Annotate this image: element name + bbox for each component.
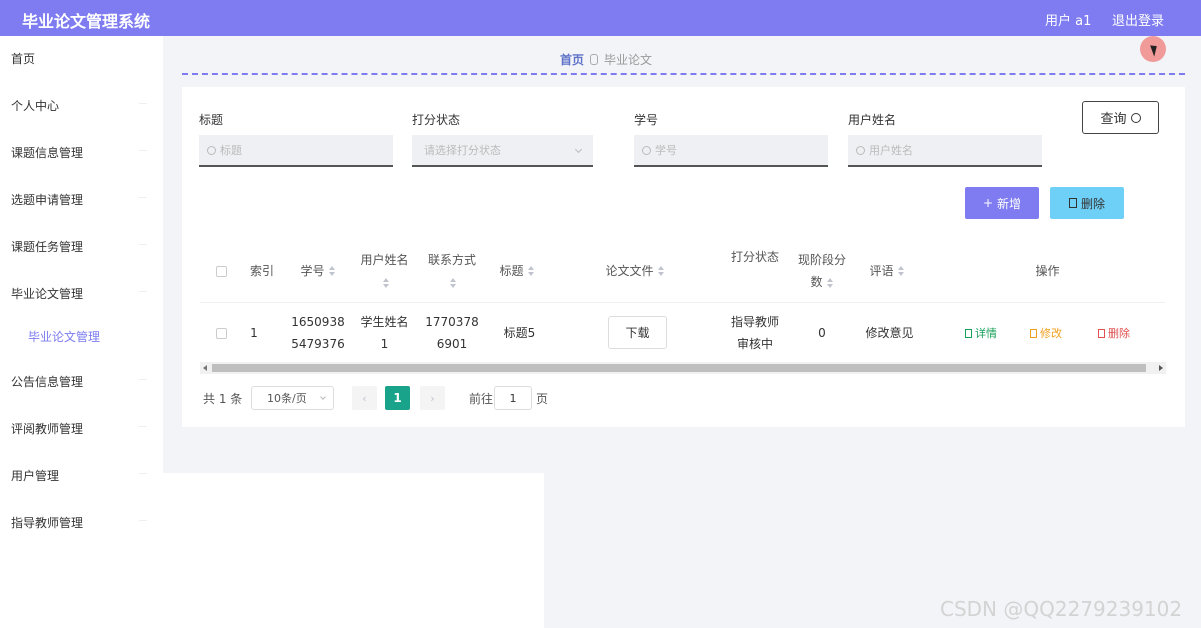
blank-area	[163, 473, 544, 628]
search-icon	[642, 145, 651, 155]
title-label: 标题	[199, 113, 224, 127]
chevron-down-icon	[139, 379, 147, 380]
sort-icon	[450, 277, 457, 288]
col-file[interactable]: 论文文件	[595, 240, 675, 302]
chevron-down-icon	[139, 520, 147, 521]
cell-index: 1	[250, 326, 258, 340]
document-icon	[965, 328, 972, 338]
scrollbar-thumb[interactable]	[212, 364, 1146, 372]
sort-icon	[382, 277, 390, 288]
col-status: 打分状态	[730, 250, 779, 264]
page-size-select[interactable]: 10条/页	[251, 386, 334, 410]
chevron-down-icon	[574, 145, 583, 154]
student-id-label: 学号	[634, 113, 659, 127]
trash-icon	[1068, 198, 1077, 208]
divider	[182, 73, 1185, 75]
select-all-checkbox[interactable]	[215, 265, 227, 277]
breadcrumb-current: 毕业论文	[604, 53, 653, 67]
search-icon	[207, 145, 216, 155]
col-student-id[interactable]: 学号	[288, 240, 348, 302]
sidebar: 首页 个人中心 课题信息管理 选题申请管理 课题任务管理 毕业论文管理 毕业论文…	[0, 36, 163, 628]
sort-icon	[826, 277, 834, 288]
chevron-down-icon	[139, 244, 147, 245]
sort-icon	[657, 266, 665, 276]
user-label: 用户 a1	[1045, 14, 1092, 29]
col-user-name[interactable]: 用户姓名	[357, 240, 412, 302]
sidebar-item-personal-center[interactable]: 个人中心	[0, 87, 163, 123]
chevron-down-icon	[320, 394, 326, 400]
col-comment[interactable]: 评语	[862, 240, 912, 302]
next-page-button[interactable]: ›	[420, 386, 445, 410]
app-title: 毕业论文管理系统	[22, 12, 151, 31]
delete-button[interactable]: 删除	[1050, 187, 1124, 219]
logout-link[interactable]: 退出登录	[1112, 10, 1164, 29]
row-select-cell	[206, 305, 236, 361]
breadcrumb-home[interactable]: 首页	[560, 51, 584, 68]
title-input[interactable]: 标题	[199, 135, 393, 167]
chevron-down-icon	[139, 473, 147, 474]
sidebar-item-advisor[interactable]: 指导教师管理	[0, 504, 163, 540]
user-name-input[interactable]: 用户姓名	[848, 135, 1042, 167]
breadcrumb: 首页 毕业论文	[560, 51, 652, 68]
cell-student-id: 16509385479376	[291, 315, 345, 351]
cell-score: 0	[818, 326, 826, 340]
search-icon	[856, 145, 865, 155]
cell-user-name: 学生姓名1	[360, 315, 409, 351]
download-button[interactable]: 下载	[608, 316, 667, 349]
col-title[interactable]: 标题	[492, 240, 542, 302]
cell-status: 指导教师审核中	[730, 315, 779, 351]
chevron-down-icon	[139, 150, 147, 151]
row-delete-button[interactable]: 删除	[1098, 325, 1130, 341]
sidebar-item-topic-info[interactable]: 课题信息管理	[0, 134, 163, 170]
sidebar-subitem-thesis-management[interactable]: 毕业论文管理	[0, 318, 163, 354]
sort-icon	[527, 266, 535, 276]
prev-page-button[interactable]: ‹	[352, 386, 377, 410]
scroll-left-icon[interactable]	[203, 365, 207, 371]
status-select[interactable]: 请选择打分状态	[412, 135, 593, 167]
edit-icon	[1030, 328, 1037, 338]
sidebar-item-home[interactable]: 首页	[0, 40, 163, 76]
goto-page-input[interactable]: 1	[494, 386, 532, 410]
col-ops: 操作	[1035, 264, 1060, 278]
status-label: 打分状态	[412, 113, 461, 127]
sidebar-item-reviewer[interactable]: 评阅教师管理	[0, 410, 163, 446]
trash-icon	[1098, 328, 1105, 338]
student-id-input[interactable]: 学号	[634, 135, 828, 167]
watermark: CSDN @QQ2279239102	[940, 597, 1183, 621]
sidebar-item-thesis[interactable]: 毕业论文管理	[0, 275, 163, 311]
select-all-cell	[206, 240, 236, 302]
page-word: 页	[536, 392, 549, 406]
chevron-down-icon	[139, 103, 147, 104]
sidebar-item-topic-application[interactable]: 选题申请管理	[0, 181, 163, 217]
user-name-label: 用户姓名	[848, 113, 897, 127]
goto-label: 前往	[469, 392, 494, 406]
col-index: 索引	[249, 264, 274, 278]
sort-icon	[328, 266, 336, 276]
sidebar-item-topic-task[interactable]: 课题任务管理	[0, 228, 163, 264]
sort-icon	[897, 266, 905, 276]
cell-comment: 修改意见	[865, 326, 914, 340]
chevron-down-icon	[139, 426, 147, 427]
edit-button[interactable]: 修改	[1030, 325, 1062, 341]
cell-contact: 17703786901	[425, 315, 479, 351]
sidebar-item-announcement[interactable]: 公告信息管理	[0, 363, 163, 399]
chevron-down-icon	[139, 197, 147, 198]
col-score[interactable]: 现阶段分数	[793, 240, 851, 302]
add-button[interactable]: + 新增	[965, 187, 1039, 219]
cell-title: 标题5	[503, 326, 536, 340]
detail-button[interactable]: 详情	[965, 325, 997, 341]
col-contact[interactable]: 联系方式	[422, 240, 482, 302]
sidebar-item-users[interactable]: 用户管理	[0, 457, 163, 493]
search-icon	[1130, 112, 1141, 123]
header-divider	[200, 302, 1165, 303]
row-checkbox[interactable]	[215, 327, 227, 339]
chevron-up-icon	[139, 291, 147, 292]
scroll-right-icon[interactable]	[1159, 365, 1163, 371]
query-button[interactable]: 查询	[1082, 101, 1159, 134]
current-page[interactable]: 1	[385, 386, 410, 410]
plus-icon: +	[982, 196, 994, 210]
top-bar: 毕业论文管理系统 用户 a1 退出登录	[0, 0, 1201, 36]
separator-icon	[590, 54, 599, 65]
total-count: 共 1 条	[203, 392, 243, 406]
